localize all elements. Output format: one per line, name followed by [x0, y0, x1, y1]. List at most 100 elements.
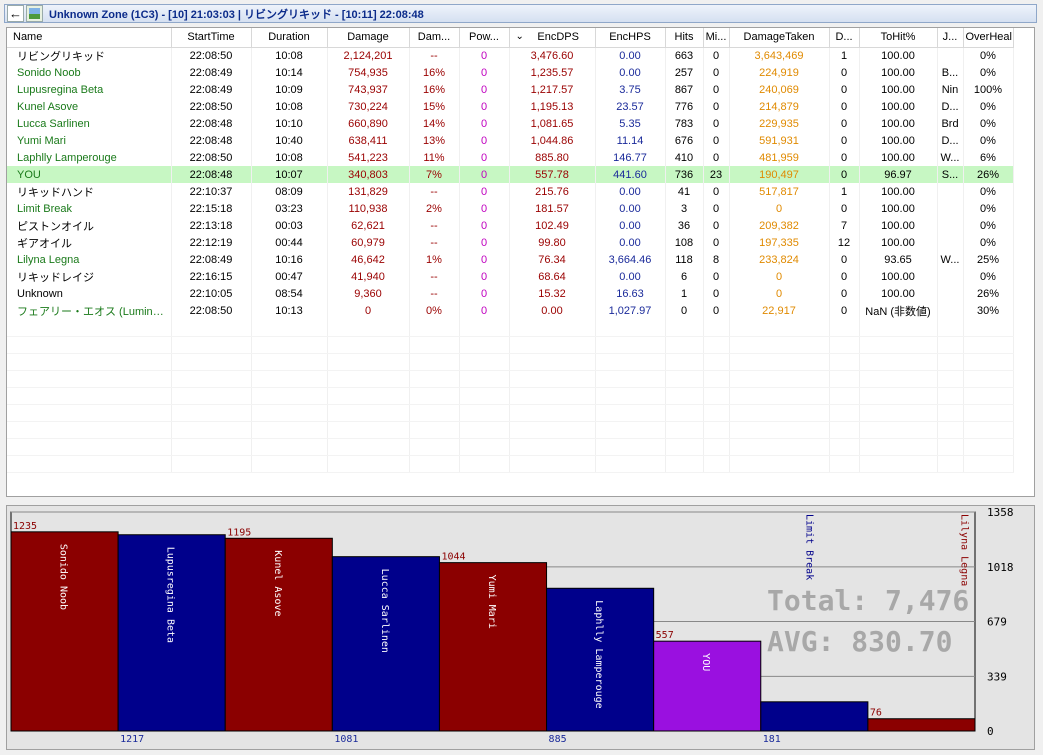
column-header-label: EncDPS [537, 31, 579, 44]
cell-name: リビングリキッド [7, 47, 172, 64]
cell-deaths: 0 [829, 251, 860, 268]
cell-taken: 0 [729, 285, 830, 302]
column-header-label: OverHeal... [965, 31, 1013, 44]
empty-row [7, 353, 1014, 371]
cell-taken: 517,817 [729, 183, 830, 200]
cell-deaths: 0 [829, 268, 860, 285]
cell-dps: 99.80 [509, 234, 596, 251]
cell-dmg: 730,224 [327, 98, 410, 115]
cell-hps: 16.63 [595, 285, 666, 302]
column-header-10[interactable]: DamageTaken [729, 28, 830, 48]
column-header-3[interactable]: Damage [327, 28, 410, 48]
cell-taken: 229,935 [729, 115, 830, 132]
column-header-13[interactable]: J... [937, 28, 964, 48]
table-row[interactable]: Limit Break 22:15:18 03:23 110,938 2% 0 181.57… [7, 200, 1014, 217]
bar-category-label: Yumi Mari [486, 575, 497, 629]
column-header-11[interactable]: D... [829, 28, 860, 48]
cell-dmg: 0 [327, 302, 410, 319]
dps-bar-chart: 0 339 679 1018 1358 1235 Sonido Noob 1217 Lupusr… [10, 506, 1014, 745]
cell-miss: 0 [703, 268, 730, 285]
column-header-8[interactable]: Hits [665, 28, 704, 48]
column-header-14[interactable]: OverHeal... [963, 28, 1014, 48]
column-header-label: EncHPS [609, 31, 651, 44]
cell-start: 22:08:50 [171, 302, 252, 319]
cell-job [937, 268, 964, 285]
table-row[interactable]: Lilyna Legna 22:08:49 10:16 46,642 1% 0 76.34 3… [7, 251, 1014, 268]
cell-deaths: 0 [829, 200, 860, 217]
column-header-1[interactable]: StartTime [171, 28, 252, 48]
combatant-table-panel[interactable]: Name StartTime Duration Damage Dam... Pow... ⌄… [6, 27, 1035, 497]
cell-dmgpct: 16% [409, 64, 460, 81]
column-header-label: Pow... [469, 31, 499, 44]
table-row[interactable]: ピストンオイル 22:13:18 00:03 62,621 -- 0 102.49 0.00 3… [7, 217, 1014, 234]
cell-name: Kunel Asove [7, 98, 172, 115]
cell-dps: 1,081.65 [509, 115, 596, 132]
cell-tohit: 100.00 [859, 115, 938, 132]
cell-dmgpct: -- [409, 268, 460, 285]
column-header-9[interactable]: Mi... [703, 28, 730, 48]
cell-name: リキッドレイジ [7, 268, 172, 285]
cell-job: Nin [937, 81, 964, 98]
cell-start: 22:08:48 [171, 166, 252, 183]
cell-tohit: 93.65 [859, 251, 938, 268]
cell-dur: 10:08 [251, 47, 328, 64]
column-header-label: Duration [268, 31, 310, 44]
table-row[interactable]: Lupusregina Beta 22:08:49 10:09 743,937 16% 0… [7, 81, 1014, 98]
cell-miss: 0 [703, 132, 730, 149]
y-tick-label: 1018 [987, 561, 1014, 574]
cell-tohit: 100.00 [859, 47, 938, 64]
cell-tohit: 100.00 [859, 98, 938, 115]
cell-dur: 00:03 [251, 217, 328, 234]
table-row[interactable]: リキッドハンド 22:10:37 08:09 131,829 -- 0 215.76 0.00… [7, 183, 1014, 200]
cell-hps: 146.77 [595, 149, 666, 166]
y-tick-label: 339 [987, 670, 1007, 683]
cell-start: 22:08:49 [171, 251, 252, 268]
cell-name: フェアリー・エオス (Lumina ... [7, 302, 172, 319]
empty-row [7, 319, 1014, 337]
back-arrow-icon[interactable]: ← [7, 5, 24, 22]
column-header-7[interactable]: EncHPS [595, 28, 666, 48]
cell-job [937, 183, 964, 200]
window-titlebar: ← Unknown Zone (1C3) - [10] 21:03:03 | リ… [4, 4, 1037, 23]
table-row[interactable]: Unknown 22:10:05 08:54 9,360 -- 0 15.32 16.63 1 0… [7, 285, 1014, 302]
table-row[interactable]: Laphlly Lamperouge 22:08:50 10:08 541,223 11… [7, 149, 1014, 166]
table-row[interactable]: Kunel Asove 22:08:50 10:08 730,224 15% 0 1,195… [7, 98, 1014, 115]
bar-value-label: 181 [763, 734, 781, 745]
cell-dur: 10:13 [251, 302, 328, 319]
table-row[interactable]: ギアオイル 22:12:19 00:44 60,979 -- 0 99.80 0.00 108 0… [7, 234, 1014, 251]
table-row[interactable]: フェアリー・エオス (Lumina ... 22:08:50 10:13 0 0% 0 0.… [7, 302, 1014, 319]
column-header-5[interactable]: Pow... [459, 28, 510, 48]
cell-name: Unknown [7, 285, 172, 302]
cell-dps: 15.32 [509, 285, 596, 302]
column-header-4[interactable]: Dam... [409, 28, 460, 48]
cell-tohit: 100.00 [859, 64, 938, 81]
table-row[interactable]: Yumi Mari 22:08:48 10:40 638,411 13% 0 1,044.8… [7, 132, 1014, 149]
table-row[interactable]: YOU 22:08:48 10:07 340,803 7% 0 557.78 441.60 73… [7, 166, 1014, 183]
cell-dmg: 743,937 [327, 81, 410, 98]
table-row[interactable]: Sonido Noob 22:08:49 10:14 754,935 16% 0 1,235… [7, 64, 1014, 81]
cell-dmgpct: 13% [409, 132, 460, 149]
table-row[interactable]: Lucca Sarlinen 22:08:48 10:10 660,890 14% 0 1,… [7, 115, 1014, 132]
cell-dur: 08:54 [251, 285, 328, 302]
cell-hits: 867 [665, 81, 704, 98]
cell-dmgpct: 1% [409, 251, 460, 268]
column-header-2[interactable]: Duration [251, 28, 328, 48]
cell-taken: 197,335 [729, 234, 830, 251]
cell-pow: 0 [459, 251, 510, 268]
dps-bar-chart-panel: 0 339 679 1018 1358 1235 Sonido Noob 1217 Lupusr… [6, 505, 1035, 750]
cell-dmg: 62,621 [327, 217, 410, 234]
cell-taken: 0 [729, 200, 830, 217]
cell-overheal: 0% [963, 132, 1014, 149]
cell-dps: 557.78 [509, 166, 596, 183]
table-row[interactable]: リキッドレイジ 22:16:15 00:47 41,940 -- 0 68.64 0.00 6 0… [7, 268, 1014, 285]
column-header-12[interactable]: ToHit% [859, 28, 938, 48]
cell-hps: 441.60 [595, 166, 666, 183]
table-header-row: Name StartTime Duration Damage Dam... Pow... ⌄… [7, 28, 1014, 48]
cell-deaths: 7 [829, 217, 860, 234]
cell-start: 22:08:50 [171, 149, 252, 166]
column-header-0[interactable]: Name [7, 28, 172, 48]
cell-dmgpct: -- [409, 234, 460, 251]
column-header-6[interactable]: ⌄ EncDPS [509, 28, 596, 48]
table-row[interactable]: リビングリキッド 22:08:50 10:08 2,124,201 -- 0 3,476.6… [7, 47, 1014, 64]
image-icon[interactable] [26, 5, 43, 22]
